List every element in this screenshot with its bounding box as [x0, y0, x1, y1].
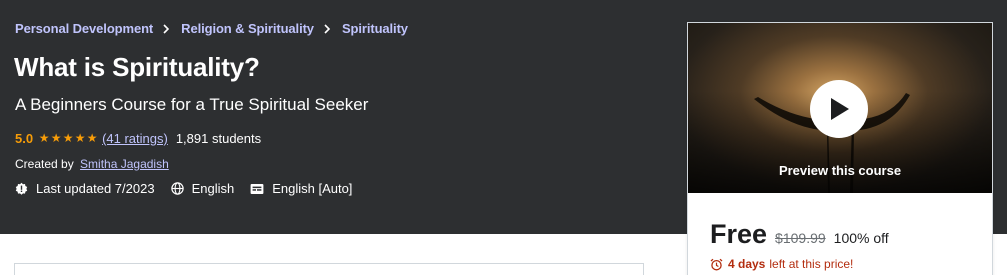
what-youll-learn-box — [14, 263, 644, 275]
globe-icon — [170, 182, 184, 195]
discount-percent: 100% off — [833, 230, 889, 246]
students-count: 1,891 students — [175, 131, 262, 146]
closed-captions-icon — [250, 183, 264, 194]
breadcrumb-item-religion-spirituality[interactable]: Religion & Spirituality — [181, 21, 314, 36]
star-icon: ★ — [62, 131, 74, 145]
breadcrumb-item-personal-development[interactable]: Personal Development — [15, 21, 153, 36]
price-row: Free $109.99 100% off — [710, 219, 889, 250]
play-button[interactable] — [810, 80, 868, 138]
captions-text: English [Auto] — [272, 181, 353, 196]
alarm-clock-icon — [710, 258, 723, 270]
star-icon: ★ — [86, 131, 98, 145]
rating-row: 5.0 ★ ★ ★ ★ ★ (41 ratings) 1,891 student… — [15, 131, 261, 146]
star-icon: ★ — [74, 131, 86, 145]
star-rating: ★ ★ ★ ★ ★ — [38, 132, 98, 145]
created-by: Created by Smitha Jagadish — [15, 157, 169, 171]
play-icon — [831, 98, 849, 120]
countdown-days: 4 days — [728, 257, 766, 271]
breadcrumb: Personal Development Religion & Spiritua… — [15, 21, 408, 36]
course-title: What is Spirituality? — [14, 52, 260, 82]
last-updated: Last updated 7/2023 — [15, 181, 155, 196]
breadcrumb-item-spirituality[interactable]: Spirituality — [342, 21, 408, 36]
preview-course-label: Preview this course — [778, 163, 902, 178]
chevron-right-icon — [162, 23, 170, 34]
sale-countdown: 4 days left at this price! — [710, 257, 853, 271]
alert-badge-icon — [15, 182, 28, 195]
course-meta-row: Last updated 7/2023 English English [Aut… — [15, 181, 368, 196]
rating-value: 5.0 — [15, 131, 34, 146]
countdown-text: left at this price! — [769, 257, 854, 271]
last-updated-text: Last updated 7/2023 — [36, 181, 155, 196]
current-price: Free — [710, 219, 768, 249]
star-icon: ★ — [38, 131, 50, 145]
course-subtitle: A Beginners Course for a True Spiritual … — [15, 95, 369, 114]
ratings-count-link[interactable]: (41 ratings) — [102, 131, 168, 146]
purchase-sidebar-card: Preview this course Free $109.99 100% of… — [687, 22, 993, 275]
star-icon: ★ — [50, 131, 62, 145]
course-preview-video[interactable]: Preview this course — [688, 23, 992, 193]
created-by-label: Created by — [15, 157, 74, 171]
chevron-right-icon — [323, 23, 331, 34]
course-captions: English [Auto] — [250, 181, 352, 196]
language-text: English — [191, 181, 235, 196]
course-language: English — [170, 181, 235, 196]
original-price: $109.99 — [775, 230, 826, 246]
author-link[interactable]: Smitha Jagadish — [80, 157, 169, 171]
